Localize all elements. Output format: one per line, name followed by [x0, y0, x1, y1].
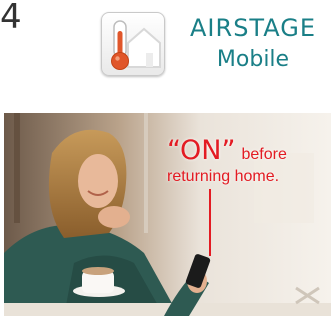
callout-on-label: “ON” — [167, 135, 236, 166]
page-number: 4 — [0, 0, 20, 37]
callout-second-line: returning home. — [167, 168, 280, 185]
callout-pointer-line — [209, 189, 211, 256]
brand-subtitle: Mobile — [216, 47, 290, 72]
thermometer-house-icon[interactable] — [101, 12, 165, 76]
brand-logo: AIRSTAGE Mobile — [175, 14, 331, 74]
callout-text: “ON” before returning home. — [167, 137, 331, 187]
brand-name: AIRSTAGE — [190, 14, 316, 42]
callout-before-label: before — [241, 146, 287, 163]
